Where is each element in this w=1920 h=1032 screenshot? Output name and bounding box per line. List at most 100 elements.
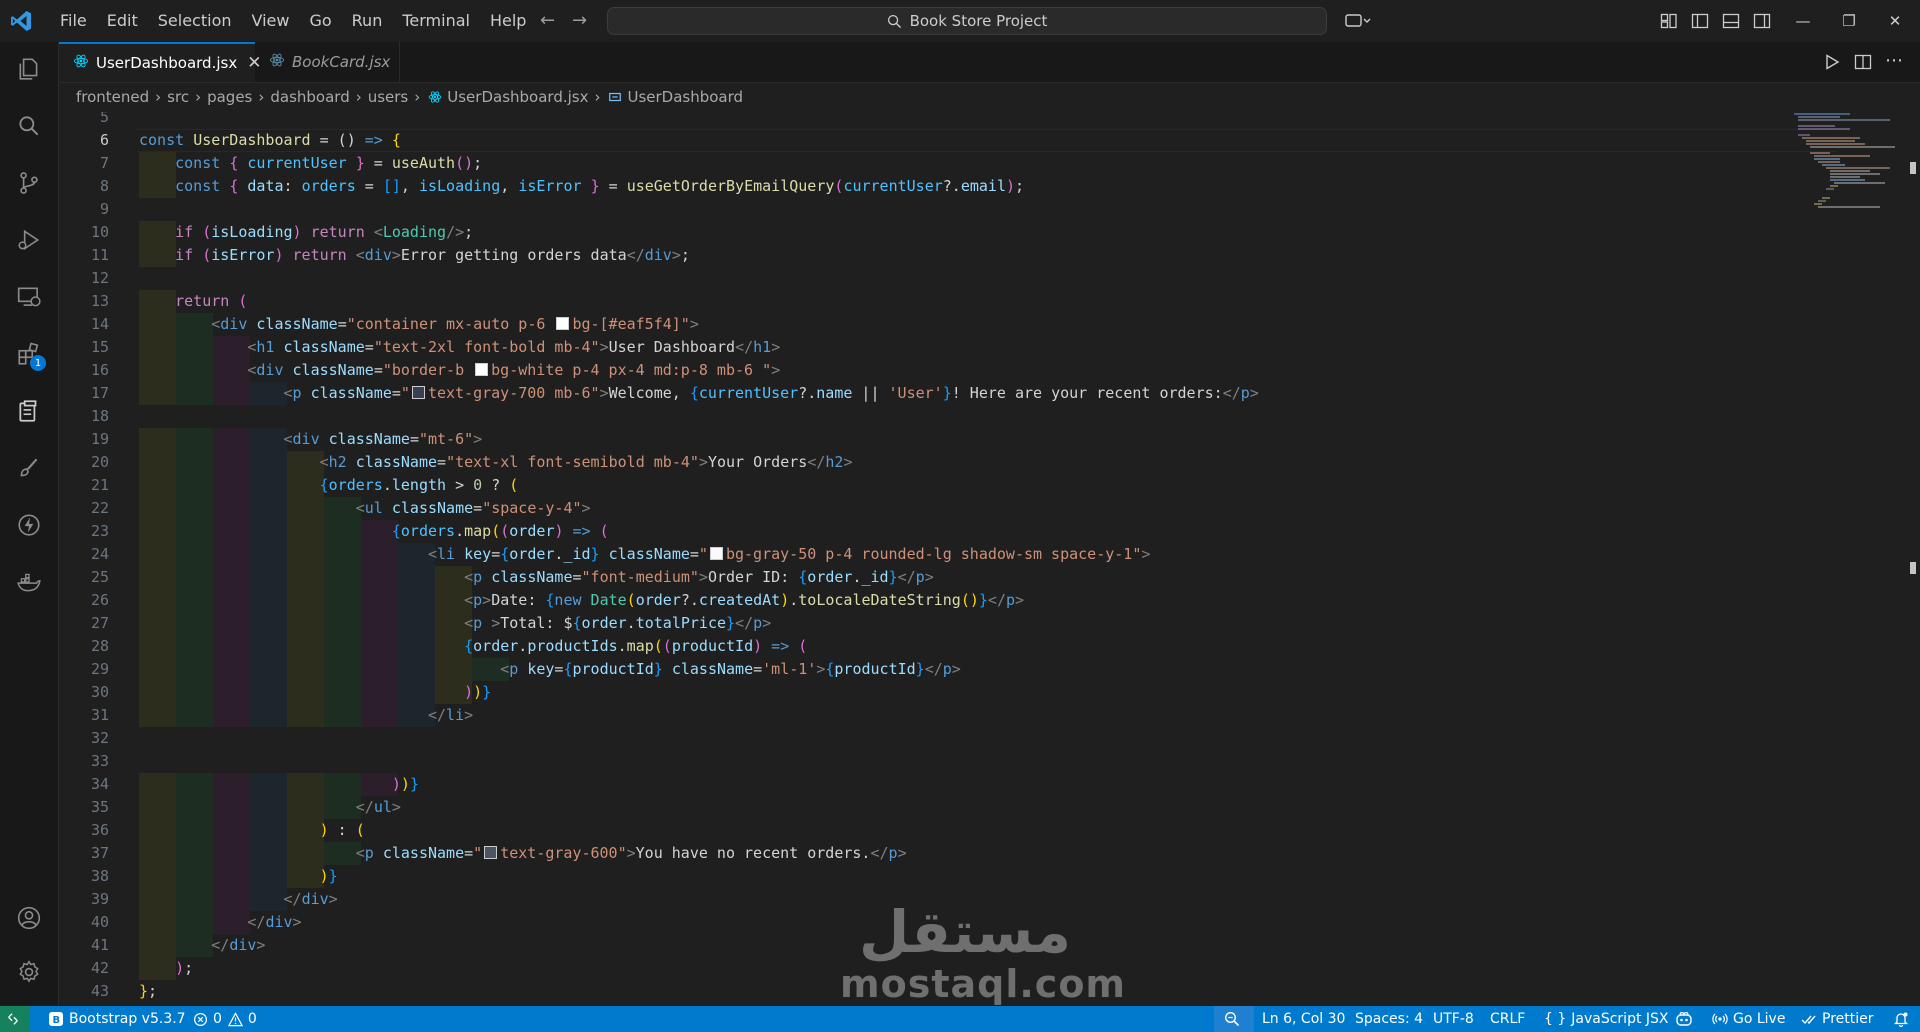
- code-line[interactable]: 23 {orders.map((order) => (: [59, 520, 1859, 543]
- code-line[interactable]: 28 {order.productIds.map((productId) => …: [59, 635, 1859, 658]
- prettier-status[interactable]: Prettier: [1801, 1006, 1874, 1032]
- menu-selection[interactable]: Selection: [148, 0, 242, 42]
- code-editor[interactable]: 5 6 const UserDashboard = () => {7 const {…: [59, 112, 1920, 1005]
- paintbrush-icon[interactable]: [12, 451, 46, 485]
- breadcrumb-item[interactable]: dashboard: [270, 88, 349, 106]
- code-line[interactable]: 24 <li key={order._id} className=" bg-gra…: [59, 543, 1859, 566]
- menu-edit[interactable]: Edit: [97, 0, 148, 42]
- zoom-icon[interactable]: [1214, 1006, 1254, 1032]
- vertical-scrollbar[interactable]: [1906, 112, 1920, 1005]
- copilot-chat-icon[interactable]: [1345, 12, 1371, 30]
- breadcrumb-item[interactable]: src: [167, 88, 189, 106]
- code-line[interactable]: 18: [59, 405, 1859, 428]
- account-icon[interactable]: [12, 901, 46, 935]
- lightning-icon[interactable]: [12, 508, 46, 542]
- close-window-button[interactable]: ✕: [1872, 0, 1918, 42]
- search-icon[interactable]: [12, 109, 46, 143]
- code-line[interactable]: 9: [59, 198, 1859, 221]
- breadcrumb-item[interactable]: frontened: [76, 88, 149, 106]
- code-line[interactable]: 26 <p>Date: {new Date(order?.createdAt).…: [59, 589, 1859, 612]
- menu-terminal[interactable]: Terminal: [392, 0, 480, 42]
- code-line[interactable]: 10 if (isLoading) return <Loading/>;: [59, 221, 1859, 244]
- code-line[interactable]: 6 const UserDashboard = () => {: [59, 129, 1859, 152]
- encoding[interactable]: UTF-8: [1433, 1006, 1474, 1032]
- bootstrap-version[interactable]: B Bootstrap v5.3.7: [48, 1006, 186, 1032]
- language-mode[interactable]: { } JavaScript JSX: [1544, 1006, 1669, 1032]
- go-live-button[interactable]: Go Live: [1712, 1006, 1785, 1032]
- code-line[interactable]: 31 </li>: [59, 704, 1859, 727]
- color-swatch[interactable]: [709, 547, 723, 560]
- breadcrumb-item[interactable]: pages: [207, 88, 252, 106]
- code-line[interactable]: 35 </ul>: [59, 796, 1859, 819]
- menu-file[interactable]: File: [50, 0, 97, 42]
- menu-go[interactable]: Go: [299, 0, 341, 42]
- code-line[interactable]: 14 <div className="container mx-auto p-6…: [59, 313, 1859, 336]
- breadcrumb-item[interactable]: users: [368, 88, 409, 106]
- code-line[interactable]: 37 <p className=" text-gray-600">You have…: [59, 842, 1859, 865]
- code-line[interactable]: 30 ))}: [59, 681, 1859, 704]
- problems-indicator[interactable]: 0 0: [193, 1006, 257, 1032]
- tab-bookcard[interactable]: BookCard.jsx: [255, 42, 400, 82]
- code-line[interactable]: 19 <div className="mt-6">: [59, 428, 1859, 451]
- code-line[interactable]: 25 <p className="font-medium">Order ID: …: [59, 566, 1859, 589]
- code-line[interactable]: 11 if (isError) return <div>Error gettin…: [59, 244, 1859, 267]
- toggle-secondary-sidebar-icon[interactable]: [1753, 12, 1771, 30]
- minimize-button[interactable]: —: [1780, 0, 1826, 42]
- code-line[interactable]: 20 <h2 className="text-xl font-semibold …: [59, 451, 1859, 474]
- source-control-icon[interactable]: [12, 166, 46, 200]
- menu-view[interactable]: View: [242, 0, 300, 42]
- cursor-position[interactable]: Ln 6, Col 30: [1262, 1006, 1345, 1032]
- split-editor-icon[interactable]: [1854, 53, 1872, 71]
- restore-button[interactable]: ❐: [1826, 0, 1872, 42]
- more-actions-icon[interactable]: ⋯: [1885, 50, 1903, 71]
- back-arrow-icon[interactable]: ←: [540, 10, 555, 31]
- color-swatch[interactable]: [411, 386, 425, 399]
- command-center-search[interactable]: Book Store Project: [607, 7, 1327, 35]
- run-debug-icon[interactable]: [12, 223, 46, 257]
- code-line[interactable]: 21 {orders.length > 0 ? (: [59, 474, 1859, 497]
- clipboard-icon[interactable]: [12, 394, 46, 428]
- indentation[interactable]: Spaces: 4: [1355, 1006, 1423, 1032]
- line-ending[interactable]: CRLF: [1490, 1006, 1525, 1032]
- tab-userdashboard[interactable]: UserDashboard.jsx ✕: [59, 42, 261, 82]
- code-line[interactable]: 32: [59, 727, 1859, 750]
- forward-arrow-icon[interactable]: →: [572, 10, 587, 31]
- breadcrumb-item[interactable]: UserDashboard.jsx: [447, 88, 588, 106]
- color-swatch[interactable]: [484, 846, 498, 859]
- explorer-icon[interactable]: [12, 52, 46, 86]
- settings-gear-icon[interactable]: [12, 955, 46, 989]
- code-line[interactable]: 16 <div className="border-b bg-white p-4…: [59, 359, 1859, 382]
- menu-run[interactable]: Run: [342, 0, 393, 42]
- code-line[interactable]: 7 const { currentUser } = useAuth();: [59, 152, 1859, 175]
- code-line[interactable]: 36 ) : (: [59, 819, 1859, 842]
- minimap[interactable]: [1790, 112, 1900, 212]
- code-line[interactable]: 34 ))}: [59, 773, 1859, 796]
- notifications-bell-icon[interactable]: [1893, 1006, 1914, 1032]
- code-line[interactable]: 33: [59, 750, 1859, 773]
- code-line[interactable]: 27 <p >Total: ${order.totalPrice}</p>: [59, 612, 1859, 635]
- color-swatch[interactable]: [475, 363, 489, 376]
- breadcrumb-item[interactable]: UserDashboard: [627, 88, 743, 106]
- toggle-primary-sidebar-icon[interactable]: [1691, 12, 1709, 30]
- run-file-icon[interactable]: [1823, 53, 1841, 71]
- code-line[interactable]: 29 <p key={productId} className='ml-1'>{…: [59, 658, 1859, 681]
- toggle-panel-icon[interactable]: [1722, 12, 1740, 30]
- copilot-icon[interactable]: [1675, 1006, 1698, 1032]
- code-line[interactable]: 38 )}: [59, 865, 1859, 888]
- code-line[interactable]: 8 const { data: orders = [], isLoading, …: [59, 175, 1859, 198]
- color-swatch[interactable]: [556, 317, 570, 330]
- docker-icon[interactable]: [12, 565, 46, 599]
- code-line[interactable]: 12: [59, 267, 1859, 290]
- remote-explorer-icon[interactable]: [12, 280, 46, 314]
- code-line[interactable]: 15 <h1 className="text-2xl font-bold mb-…: [59, 336, 1859, 359]
- menu-help[interactable]: Help: [480, 0, 536, 42]
- code-line[interactable]: 13 return (: [59, 290, 1859, 313]
- remote-indicator-icon[interactable]: [0, 1006, 30, 1032]
- customize-layout-icon[interactable]: [1660, 12, 1678, 30]
- extensions-icon[interactable]: 1: [12, 337, 46, 371]
- code-line[interactable]: 5: [59, 112, 1859, 129]
- code-line[interactable]: 17 <p className=" text-gray-700 mb-6">Wel…: [59, 382, 1859, 405]
- code-token: if: [175, 223, 194, 241]
- code-line[interactable]: 22 <ul className="space-y-4">: [59, 497, 1859, 520]
